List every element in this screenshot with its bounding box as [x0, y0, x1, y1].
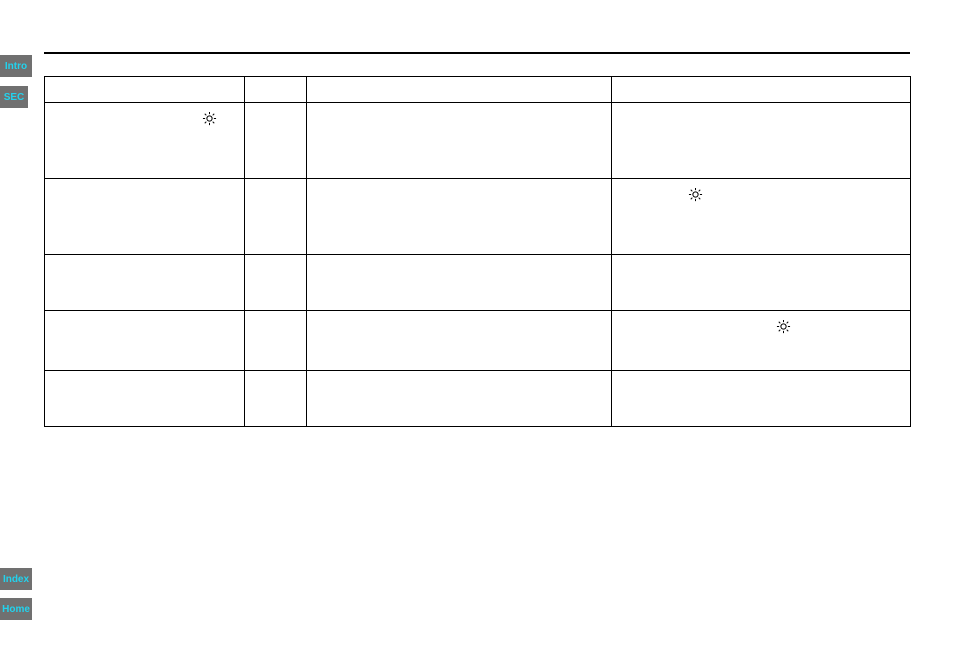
- nav-intro[interactable]: Intro: [0, 55, 32, 77]
- cell-def: —: [245, 179, 307, 255]
- nav-index-label: Index: [3, 574, 29, 585]
- cell-description: Flash is off.: [307, 370, 612, 426]
- table-header-row: Mode Def. Description Operation: [45, 77, 911, 103]
- sun-moon-icon: [688, 187, 720, 202]
- nav-home-label: Home: [2, 604, 30, 615]
- table-row: Off — Flash is off. Select this setting.…: [45, 370, 911, 426]
- mode-label: Off: [55, 379, 69, 395]
- cell-mode: Off: [45, 370, 245, 426]
- flash-modes-table: Mode Def. Description Operation Auto Nig…: [44, 76, 911, 427]
- cell-mode: Fill: [45, 254, 245, 310]
- cell-description: Camera uses long exposure.: [307, 179, 612, 255]
- mode-label: Night scene long exposure: [55, 187, 185, 203]
- th-def: Def.: [245, 77, 307, 103]
- cell-description: Camera senses lighting conditions and us…: [307, 103, 612, 179]
- cell-operation: Select this setting. Press Shutter butto…: [612, 254, 911, 310]
- cell-def: —: [245, 370, 307, 426]
- content-area: Mode Def. Description Operation Auto Nig…: [44, 52, 910, 427]
- cell-mode: Night scene long exposure: [45, 179, 245, 255]
- sun-moon-icon: [202, 111, 234, 126]
- cell-def: —: [245, 310, 307, 370]
- cell-def: On: [245, 103, 307, 179]
- sun-moon-icon: [776, 319, 834, 334]
- mode-label: Auto Night: [145, 111, 196, 127]
- cell-mode: Auto Night: [45, 103, 245, 179]
- table-row: Auto Night On Camera senses lighting con…: [45, 103, 911, 179]
- th-description: Description: [307, 77, 612, 103]
- nav-index[interactable]: Index: [0, 568, 32, 590]
- cell-operation: Select this setting. Press Shutter butto…: [612, 103, 911, 179]
- nav-sec-label: SEC: [4, 92, 25, 103]
- table-row: Fill — Flash fires regardless of lightin…: [45, 254, 911, 310]
- mode-label: Fill with night scene long exposure: [55, 319, 223, 335]
- cell-def: —: [245, 254, 307, 310]
- cell-mode: Fill with night scene long exposure: [45, 310, 245, 370]
- th-operation: Operation: [612, 77, 911, 103]
- cell-operation: In Auto Night mode, press Shutter button…: [612, 179, 911, 255]
- mode-label: Fill: [55, 263, 69, 279]
- table-row: Night scene long exposure — Camera uses …: [45, 179, 911, 255]
- nav-intro-label: Intro: [5, 61, 27, 72]
- nav-home[interactable]: Home: [0, 598, 32, 620]
- th-mode: Mode: [45, 77, 245, 103]
- top-rule: [44, 52, 910, 54]
- nav-sec[interactable]: SEC: [0, 86, 28, 108]
- cell-operation: In Fill mode, turn on Auto Night . Press…: [612, 310, 911, 370]
- cell-description: Flash fires regardless of lighting condi…: [307, 254, 612, 310]
- cell-description: Flash fires regardless of lighting condi…: [307, 310, 612, 370]
- table-row: Fill with night scene long exposure — Fl…: [45, 310, 911, 370]
- cell-operation: Select this setting. Press Shutter butto…: [612, 370, 911, 426]
